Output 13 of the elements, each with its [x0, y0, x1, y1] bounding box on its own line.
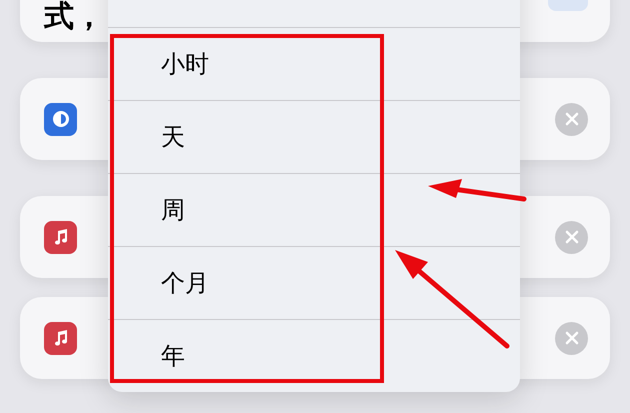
- menu-item[interactable]: 天: [108, 100, 520, 173]
- menu-item[interactable]: 年: [108, 319, 520, 392]
- close-icon: [564, 230, 578, 244]
- menu-item[interactable]: 小时: [108, 27, 520, 100]
- app-icon: [44, 102, 77, 136]
- close-icon: [564, 112, 578, 126]
- card-text: 式，: [44, 0, 104, 36]
- music-note-icon: [44, 322, 77, 354]
- remove-button[interactable]: [555, 102, 588, 136]
- close-icon: [564, 331, 578, 345]
- remove-button[interactable]: [555, 322, 588, 354]
- remove-button[interactable]: [555, 220, 588, 254]
- music-note-icon: [44, 220, 77, 254]
